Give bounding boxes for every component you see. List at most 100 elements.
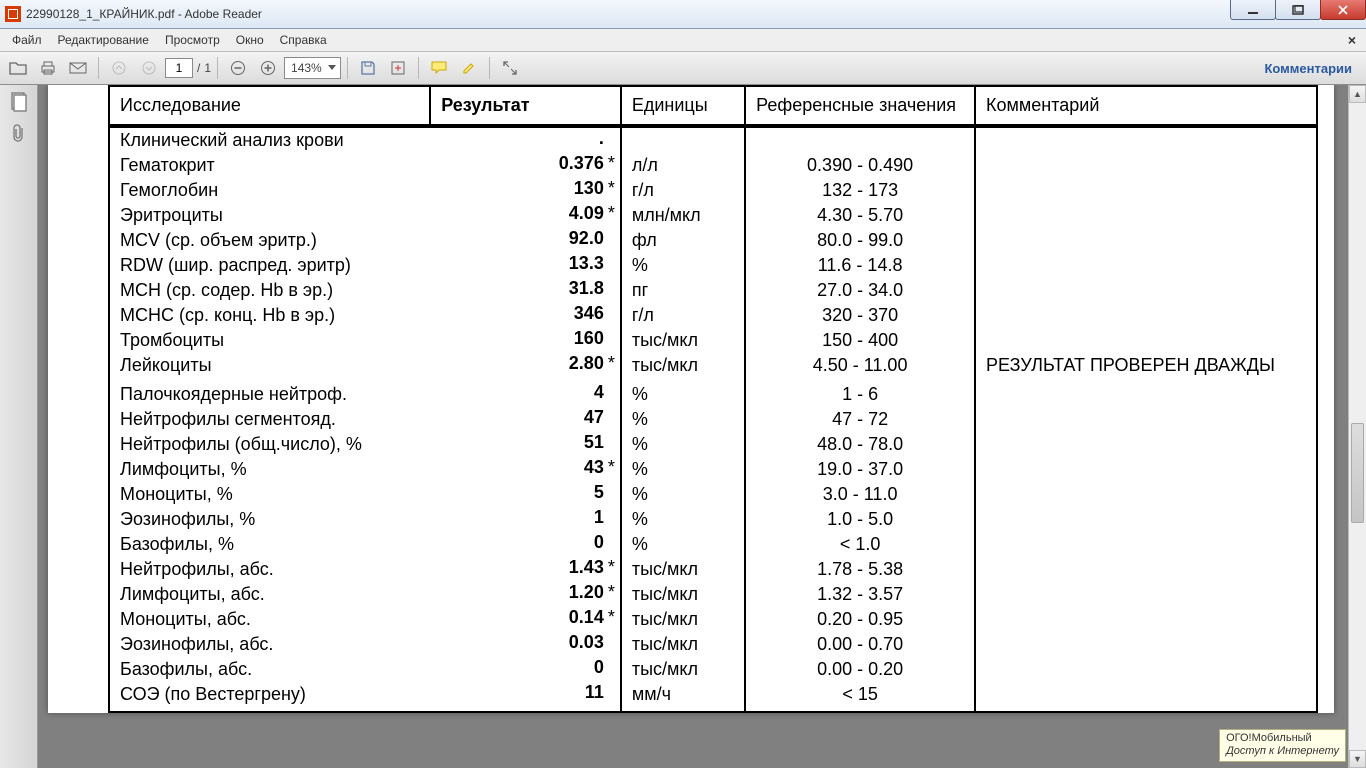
table-row: Эозинофилы, %1%1.0 - 5.0 [109, 507, 1317, 532]
window-maximize-button[interactable] [1275, 0, 1321, 20]
cell-name: Моноциты, % [109, 482, 430, 507]
cell-result: 2.80* [430, 353, 621, 378]
table-row: Эритроциты4.09*млн/мкл4.30 - 5.70 [109, 203, 1317, 228]
cell-units: % [621, 382, 745, 407]
table-row: MCH (ср. содер. Hb в эр.)31.8пг27.0 - 34… [109, 278, 1317, 303]
scroll-up-button[interactable]: ▲ [1349, 85, 1366, 103]
tooltip-line2: Доступ к Интернету [1226, 745, 1339, 759]
cell-result: 346 [430, 303, 621, 328]
table-row: Нейтрофилы (общ.число), %51%48.0 - 78.0 [109, 432, 1317, 457]
cell-comment [975, 153, 1317, 178]
scroll-thumb[interactable] [1351, 423, 1364, 523]
cell-comment [975, 203, 1317, 228]
cell-ref: 150 - 400 [745, 328, 975, 353]
cell-comment [975, 507, 1317, 532]
cell-name: Тромбоциты [109, 328, 430, 353]
header-result: Результат [430, 86, 621, 126]
print-button[interactable] [34, 55, 62, 81]
menu-edit[interactable]: Редактирование [50, 31, 157, 49]
header-units: Единицы [621, 86, 745, 126]
zoom-select[interactable]: 143% [284, 57, 341, 79]
comment-bubble-button[interactable] [425, 55, 453, 81]
cell-units: тыс/мкл [621, 557, 745, 582]
page-down-button[interactable] [135, 55, 163, 81]
cell-units: млн/мкл [621, 203, 745, 228]
table-row: Палочкоядерные нейтроф.4%1 - 6 [109, 382, 1317, 407]
window-minimize-button[interactable] [1230, 0, 1276, 20]
cell-ref: 0.00 - 0.20 [745, 657, 975, 682]
scroll-track[interactable] [1349, 103, 1366, 750]
cell-comment [975, 407, 1317, 432]
vertical-scrollbar[interactable]: ▲ ▼ [1348, 85, 1366, 768]
table-row: MCV (ср. объем эритр.)92.0фл80.0 - 99.0 [109, 228, 1317, 253]
cell-comment: РЕЗУЛЬТАТ ПРОВЕРЕН ДВАЖДЫ [975, 353, 1317, 378]
attachments-icon[interactable] [8, 123, 30, 145]
menu-view[interactable]: Просмотр [157, 31, 228, 49]
cell-name: Лейкоциты [109, 353, 430, 378]
table-row: Лимфоциты, абс.1.20*тыс/мкл1.32 - 3.57 [109, 582, 1317, 607]
cell-name: MCV (ср. объем эритр.) [109, 228, 430, 253]
cell-result: 0 [430, 657, 621, 682]
document-close-button[interactable]: × [1342, 32, 1362, 48]
zoom-in-button[interactable] [254, 55, 282, 81]
menu-window[interactable]: Окно [228, 31, 272, 49]
menu-help[interactable]: Справка [272, 31, 335, 49]
table-row: Гемоглобин130*г/л132 - 173 [109, 178, 1317, 203]
cell-units: л/л [621, 153, 745, 178]
email-button[interactable] [64, 55, 92, 81]
cell-ref: 3.0 - 11.0 [745, 482, 975, 507]
page-up-button[interactable] [105, 55, 133, 81]
cell-units: пг [621, 278, 745, 303]
cell-comment [975, 278, 1317, 303]
cell-comment [975, 482, 1317, 507]
cell-comment [975, 532, 1317, 557]
convert-button[interactable] [384, 55, 412, 81]
table-row: MCHC (ср. конц. Hb в эр.)346г/л320 - 370 [109, 303, 1317, 328]
menu-file[interactable]: Файл [4, 31, 50, 49]
chevron-down-icon [328, 65, 336, 70]
cell-result: 130* [430, 178, 621, 203]
cell-result: 31.8 [430, 278, 621, 303]
comments-panel-link[interactable]: Комментарии [1264, 61, 1362, 76]
cell-comment [975, 682, 1317, 712]
cell-result: 92.0 [430, 228, 621, 253]
cell-result: 1.43* [430, 557, 621, 582]
cell-units: тыс/мкл [621, 607, 745, 632]
document-viewport[interactable]: Исследование Результат Единицы Референсн… [38, 85, 1348, 768]
cell-result: 43* [430, 457, 621, 482]
table-row: Гематокрит0.376*л/л0.390 - 0.490 [109, 153, 1317, 178]
table-row: Моноциты, абс.0.14*тыс/мкл0.20 - 0.95 [109, 607, 1317, 632]
cell-ref: 27.0 - 34.0 [745, 278, 975, 303]
cell-name: СОЭ (по Вестергрену) [109, 682, 430, 712]
cell-name: Лимфоциты, % [109, 457, 430, 482]
cell-result: 13.3 [430, 253, 621, 278]
cell-units: тыс/мкл [621, 582, 745, 607]
cell-comment [975, 557, 1317, 582]
table-row: Лейкоциты2.80*тыс/мкл4.50 - 11.00РЕЗУЛЬТ… [109, 353, 1317, 378]
cell-units [621, 126, 745, 153]
cell-ref: 47 - 72 [745, 407, 975, 432]
cell-ref: 1.0 - 5.0 [745, 507, 975, 532]
cell-comment [975, 432, 1317, 457]
highlight-button[interactable] [455, 55, 483, 81]
save-button[interactable] [354, 55, 382, 81]
sidebar [0, 85, 38, 768]
open-file-button[interactable] [4, 55, 32, 81]
scroll-down-button[interactable]: ▼ [1349, 750, 1366, 768]
cell-comment [975, 126, 1317, 153]
thumbnails-icon[interactable] [8, 91, 30, 113]
cell-comment [975, 457, 1317, 482]
cell-comment [975, 178, 1317, 203]
zoom-out-button[interactable] [224, 55, 252, 81]
cell-units: % [621, 407, 745, 432]
cell-name: Палочкоядерные нейтроф. [109, 382, 430, 407]
cell-ref: 0.390 - 0.490 [745, 153, 975, 178]
cell-name: MCHC (ср. конц. Hb в эр.) [109, 303, 430, 328]
cell-result: 0.376* [430, 153, 621, 178]
cell-name: Эозинофилы, абс. [109, 632, 430, 657]
window-close-button[interactable] [1320, 0, 1366, 20]
fullscreen-button[interactable] [496, 55, 524, 81]
page-number-input[interactable] [165, 58, 193, 78]
cell-units: тыс/мкл [621, 353, 745, 378]
cell-ref: 19.0 - 37.0 [745, 457, 975, 482]
